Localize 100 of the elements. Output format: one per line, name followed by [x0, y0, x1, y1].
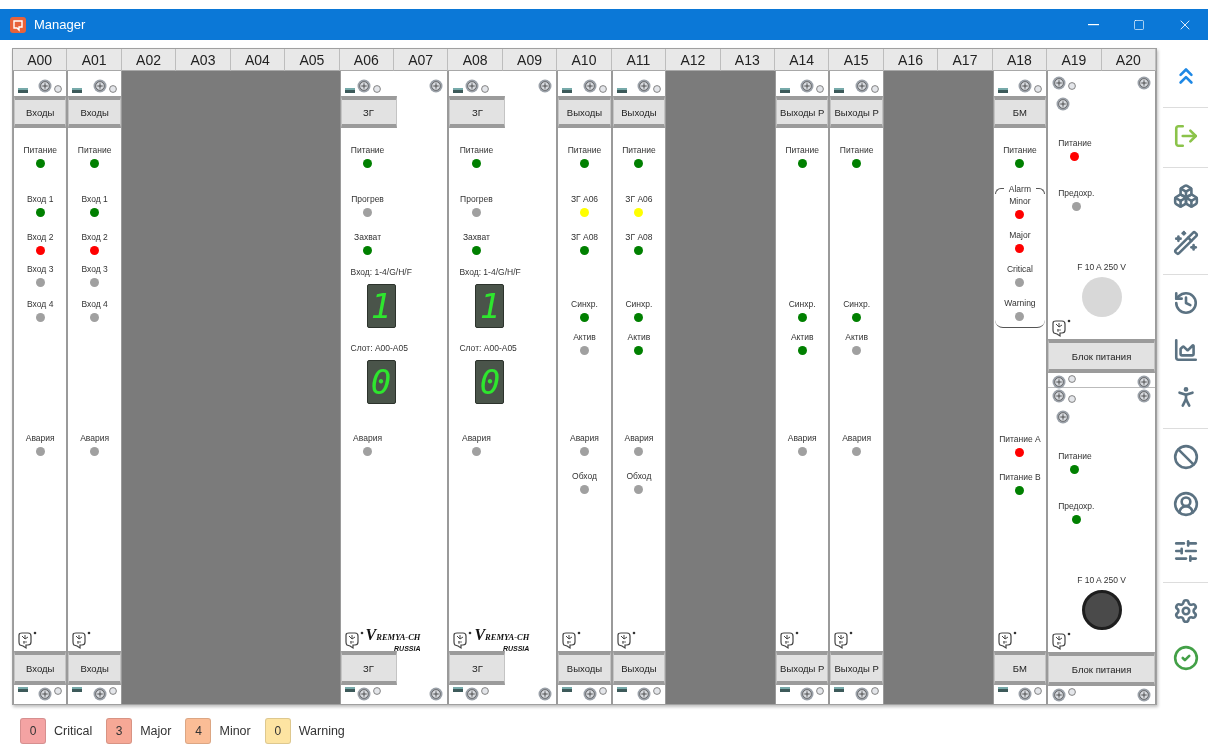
magic-wand-button[interactable]: [1171, 229, 1200, 257]
slot-header: A00: [13, 49, 68, 71]
app-logo-icon: [10, 16, 26, 33]
indicator-label: Авария: [80, 432, 110, 444]
screw-icon: [582, 79, 597, 93]
module-handle: БМ: [993, 651, 1047, 685]
check-circle-button[interactable]: [1171, 644, 1200, 672]
module-handle: Выходы: [558, 651, 611, 685]
area-chart-icon: [1172, 337, 1199, 363]
indicator-label: Critical: [1006, 263, 1033, 275]
ring-icon: [653, 85, 662, 93]
module-handle: БМ: [993, 96, 1047, 128]
indicator-label: Предохр.: [1058, 500, 1095, 512]
indicator-label: Питание: [839, 144, 874, 156]
clock-logo-icon: [779, 630, 799, 650]
connector-icon: [780, 687, 790, 692]
module-handle: ЗГ: [449, 651, 506, 685]
indicator-label: ЗГ A08: [570, 231, 599, 243]
slot-header: A19: [1047, 49, 1102, 71]
indicator-label: Предохр.: [1058, 187, 1095, 199]
ring-icon: [598, 85, 607, 93]
indicator-label: Вход 3: [81, 263, 108, 275]
indicator-label: Minor: [1009, 195, 1031, 207]
screw-icon: [1137, 688, 1151, 702]
clock-logo-icon: [1051, 631, 1072, 651]
ring-icon: [481, 687, 490, 695]
screw-icon: [854, 687, 869, 701]
ring-icon: [372, 85, 381, 93]
indicator-label: Обход: [572, 470, 597, 482]
indicator-label: Авария: [787, 432, 817, 444]
indicator-label: Авария: [25, 432, 55, 444]
indicator-label: Прогрев: [460, 193, 493, 205]
indicator-label: Вход 2: [81, 231, 108, 243]
screw-icon: [356, 79, 371, 93]
indicator-label: Авария: [570, 432, 599, 444]
indicator-label: Питание: [459, 144, 494, 156]
boxes-button[interactable]: [1171, 182, 1200, 210]
screw-icon: [1056, 97, 1071, 111]
ring-icon: [108, 687, 117, 695]
screw-icon: [429, 79, 444, 93]
connector-icon: [18, 88, 28, 93]
slot-header: A11: [611, 49, 667, 71]
module-handle: Блок питания: [1048, 652, 1155, 686]
boxes-icon: [1172, 183, 1199, 209]
slot-header: A07: [394, 49, 449, 71]
connector-icon: [834, 687, 845, 692]
user-circle-button[interactable]: [1171, 490, 1200, 518]
slot-header: A01: [67, 49, 122, 71]
connector-icon: [616, 687, 627, 692]
module-handle: Входы: [68, 651, 121, 685]
ring-icon: [653, 687, 662, 695]
connector-icon: [834, 88, 845, 93]
connector-icon: [562, 687, 573, 692]
slot-header: A12: [666, 49, 721, 71]
digit-display: 1: [475, 284, 505, 328]
module-handle: Входы: [68, 96, 121, 128]
indicator-label: Синхр.: [571, 298, 598, 310]
indicator-label: Синхр.: [625, 298, 653, 310]
clock-logo-icon: [343, 630, 364, 650]
screw-icon: [637, 79, 652, 93]
screw-icon: [538, 687, 553, 701]
indicator-label: ЗГ A06: [570, 193, 599, 205]
clock-logo-icon: [615, 630, 636, 650]
connector-icon: [344, 88, 355, 93]
connector-icon: [453, 687, 464, 692]
ban-button[interactable]: [1171, 443, 1200, 471]
sliders-icon: [1172, 538, 1199, 564]
connector-icon: [997, 687, 1008, 692]
count-badge: 4: [185, 718, 212, 744]
indicator-label: Вход 4: [81, 298, 108, 310]
module-handle: Блок питания: [1048, 339, 1155, 373]
ring-icon: [1034, 85, 1043, 93]
module-handle: ЗГ: [449, 96, 506, 128]
indicator-label: Питание: [785, 144, 819, 156]
module-handle: ЗГ: [340, 96, 397, 128]
slot-header: A02: [121, 49, 177, 71]
ban-icon: [1172, 444, 1199, 470]
digit-display: 0: [366, 360, 396, 404]
display-label: Вход: 1-4/G/H/F: [459, 266, 521, 278]
indicator-label: Питание: [567, 144, 602, 156]
indicator-label: Синхр.: [843, 298, 871, 310]
connector-icon: [616, 88, 627, 93]
display-label: Слот: A00-A05: [350, 342, 408, 354]
connector-icon: [72, 88, 83, 93]
screw-icon: [1137, 389, 1151, 403]
clock-logo-icon: [452, 630, 473, 650]
digit-display: 1: [366, 284, 396, 328]
slot-header: A09: [502, 49, 558, 71]
indicator-label: Питание: [1058, 450, 1092, 462]
slot-header: A18: [992, 49, 1048, 71]
count-badge: 0: [264, 718, 291, 744]
module-handle: Выходы: [612, 651, 666, 685]
fuse-rating: F 10 A 250 V: [1077, 262, 1126, 272]
screw-icon: [1052, 375, 1067, 389]
screw-icon: [1018, 687, 1033, 701]
count-badge: 3: [106, 718, 133, 744]
screw-icon: [1052, 688, 1067, 702]
indicator-label: Обход: [626, 470, 652, 482]
display-label: Вход: 1-4/G/H/F: [350, 266, 412, 278]
indicator-label: Захват: [354, 231, 382, 243]
